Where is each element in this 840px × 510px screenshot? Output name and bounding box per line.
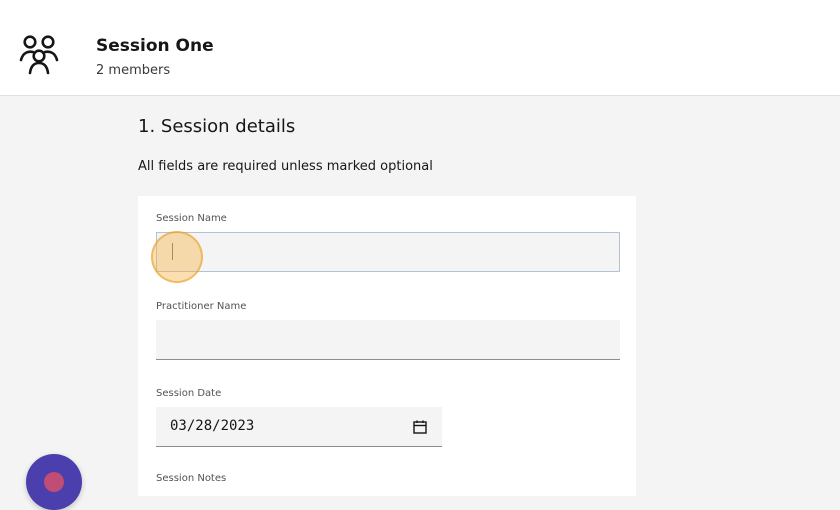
group-icon: [19, 35, 59, 75]
practitioner-name-label: Practitioner Name: [156, 301, 247, 312]
section-heading: 1. Session details: [138, 116, 296, 137]
session-title: Session One: [96, 36, 214, 56]
member-count: 2 members: [96, 63, 171, 78]
required-fields-note: All fields are required unless marked op…: [138, 159, 433, 174]
assistant-bubble-button[interactable]: [26, 454, 82, 510]
session-date-label: Session Date: [156, 388, 222, 399]
session-name-input[interactable]: [156, 232, 620, 272]
session-name-label: Session Name: [156, 213, 227, 224]
session-header: Session One 2 members: [0, 0, 840, 96]
session-date-value: 03/28/2023: [170, 418, 255, 434]
session-form: Session Name Practitioner Name Session D…: [138, 196, 636, 496]
click-indicator: [151, 231, 203, 283]
calendar-icon[interactable]: [412, 419, 428, 435]
assistant-bubble-icon: [44, 472, 64, 492]
session-date-input[interactable]: 03/28/2023: [156, 407, 442, 447]
session-details-section: 1. Session details All fields are requir…: [0, 96, 840, 496]
practitioner-name-input[interactable]: [156, 320, 620, 360]
